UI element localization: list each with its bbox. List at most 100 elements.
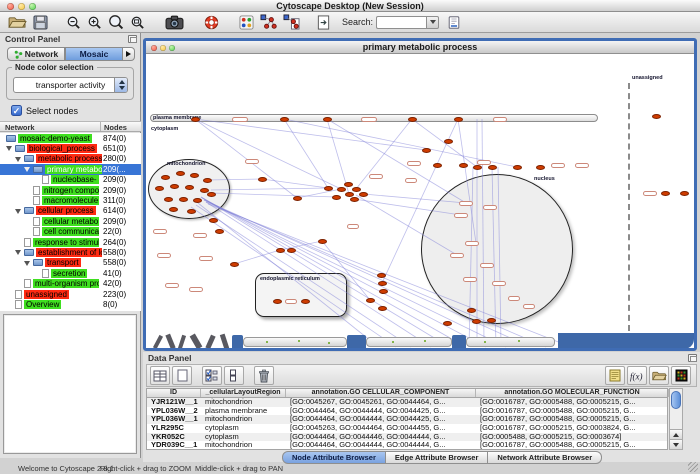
node-label-pill[interactable] (193, 233, 207, 238)
edge[interactable] (208, 204, 566, 345)
minimize-button[interactable] (160, 45, 166, 51)
edge[interactable] (211, 188, 328, 190)
edge[interactable] (206, 202, 431, 347)
edge[interactable] (284, 119, 328, 188)
column-header[interactable]: _cellularLayoutRegion (201, 389, 286, 397)
network-node[interactable] (179, 197, 188, 202)
network-window-title-bar[interactable]: primary metabolic process (146, 41, 694, 54)
network-node[interactable] (323, 117, 332, 122)
zoom-fit-icon[interactable] (105, 13, 127, 32)
delete-attribute-trash-icon[interactable] (254, 366, 274, 385)
node-label-pill[interactable] (483, 205, 497, 210)
network-node[interactable] (467, 308, 476, 313)
network-node[interactable] (352, 187, 361, 192)
heatmap-matrix-icon[interactable] (671, 366, 691, 385)
float-panel-icon[interactable] (128, 35, 137, 43)
table-row[interactable]: YJR121W__1mitochondrion[GO:0045267, GO:0… (147, 398, 667, 407)
expand-arrow-icon[interactable] (6, 146, 12, 151)
network-node[interactable] (680, 191, 689, 196)
node-label-pill[interactable] (405, 178, 417, 183)
network-node[interactable] (454, 117, 463, 122)
node-label-pill[interactable] (492, 281, 506, 286)
node-label-pill[interactable] (157, 253, 171, 258)
import-attributes-folder-icon[interactable] (649, 366, 669, 385)
tab-network[interactable]: Network (7, 47, 65, 61)
node-label-pill[interactable] (463, 277, 477, 282)
apply-layout-icon[interactable] (257, 13, 280, 32)
search-input[interactable] (376, 16, 426, 29)
node-label-pill[interactable] (459, 201, 473, 206)
expand-arrow-icon[interactable] (15, 250, 21, 255)
edge[interactable] (356, 195, 457, 255)
network-node[interactable] (377, 273, 386, 278)
network-node[interactable] (513, 165, 522, 170)
column-header[interactable]: annotation.GO CELLULAR_COMPONENT (286, 389, 476, 397)
node-label-pill[interactable] (199, 256, 213, 261)
network-node[interactable] (488, 165, 497, 170)
network-node[interactable] (433, 163, 442, 168)
node-label-pill[interactable] (369, 174, 383, 179)
close-button[interactable] (151, 45, 157, 51)
edge[interactable] (201, 197, 446, 345)
network-node[interactable] (318, 239, 327, 244)
apply-layout-doc-icon[interactable] (280, 13, 303, 32)
tree-row[interactable]: unassigned223(0) (0, 289, 141, 299)
network-node[interactable] (161, 175, 170, 180)
column-header[interactable]: ID (147, 389, 201, 397)
zoom-button[interactable] (169, 45, 175, 51)
network-node[interactable] (422, 148, 431, 153)
tree-row[interactable]: cellular metabo209(0) (0, 216, 141, 226)
network-node[interactable] (379, 289, 388, 294)
node-label-pill[interactable] (232, 117, 248, 122)
network-node[interactable] (366, 298, 375, 303)
table-row[interactable]: YDR039C__1mitochondrion[GO:0044464, GO:0… (147, 441, 667, 450)
network-node[interactable] (191, 117, 200, 122)
zoom-selected-region-icon[interactable] (127, 13, 148, 32)
network-node[interactable] (661, 191, 670, 196)
network-node[interactable] (344, 182, 353, 187)
node-label-pill[interactable] (493, 117, 507, 122)
network-node[interactable] (536, 165, 545, 170)
edge[interactable] (482, 119, 484, 345)
network-node[interactable] (230, 262, 239, 267)
tree-row[interactable]: cellular process614(0) (0, 206, 141, 216)
main-title-bar[interactable]: Cytoscape Desktop (New Session) (0, 0, 700, 12)
column-header[interactable]: annotation.GO MOLECULAR_FUNCTION (476, 389, 669, 397)
network-node[interactable] (287, 248, 296, 253)
node-label-pill[interactable] (407, 161, 421, 166)
tree-row[interactable]: mosaic-demo-yeast874(0) (0, 133, 141, 143)
vizmapper-icon[interactable] (236, 13, 257, 32)
network-node[interactable] (207, 192, 216, 197)
network-node[interactable] (408, 117, 417, 122)
birds-eye-view[interactable] (3, 314, 137, 454)
node-label-pill[interactable] (508, 296, 520, 301)
network-node[interactable] (378, 281, 387, 286)
unselect-attributes-icon[interactable] (224, 366, 244, 385)
tree-row[interactable]: macromolecule311(0) (0, 195, 141, 205)
network-node[interactable] (164, 197, 173, 202)
network-node[interactable] (378, 306, 387, 311)
network-view-window[interactable]: primary metabolic process plasma membran… (143, 38, 697, 351)
search-dropdown-button[interactable] (426, 16, 439, 29)
network-canvas[interactable]: plasma membrane cytoplasm mitochondrion … (146, 55, 694, 348)
network-node[interactable] (473, 165, 482, 170)
network-node[interactable] (170, 184, 179, 189)
tree-row[interactable]: metabolic process280(0) (0, 154, 141, 164)
tree-row[interactable]: cell communicat22(0) (0, 227, 141, 237)
network-node[interactable] (332, 195, 341, 200)
resize-grip[interactable] (688, 462, 698, 472)
network-node[interactable] (215, 229, 224, 234)
expand-arrow-icon[interactable] (24, 167, 30, 172)
snapshot-camera-icon[interactable] (162, 13, 187, 32)
network-node[interactable] (280, 117, 289, 122)
more-tabs-button[interactable] (123, 47, 135, 61)
edge[interactable] (206, 202, 546, 347)
network-node[interactable] (203, 178, 212, 183)
edge[interactable] (195, 119, 341, 189)
expand-arrow-icon[interactable] (24, 261, 30, 266)
network-node[interactable] (185, 185, 194, 190)
network-node[interactable] (293, 196, 302, 201)
network-node[interactable] (487, 318, 496, 323)
node-color-dropdown[interactable]: transporter activity (13, 77, 128, 93)
tree-row[interactable]: biological_process651(0) (0, 143, 141, 153)
